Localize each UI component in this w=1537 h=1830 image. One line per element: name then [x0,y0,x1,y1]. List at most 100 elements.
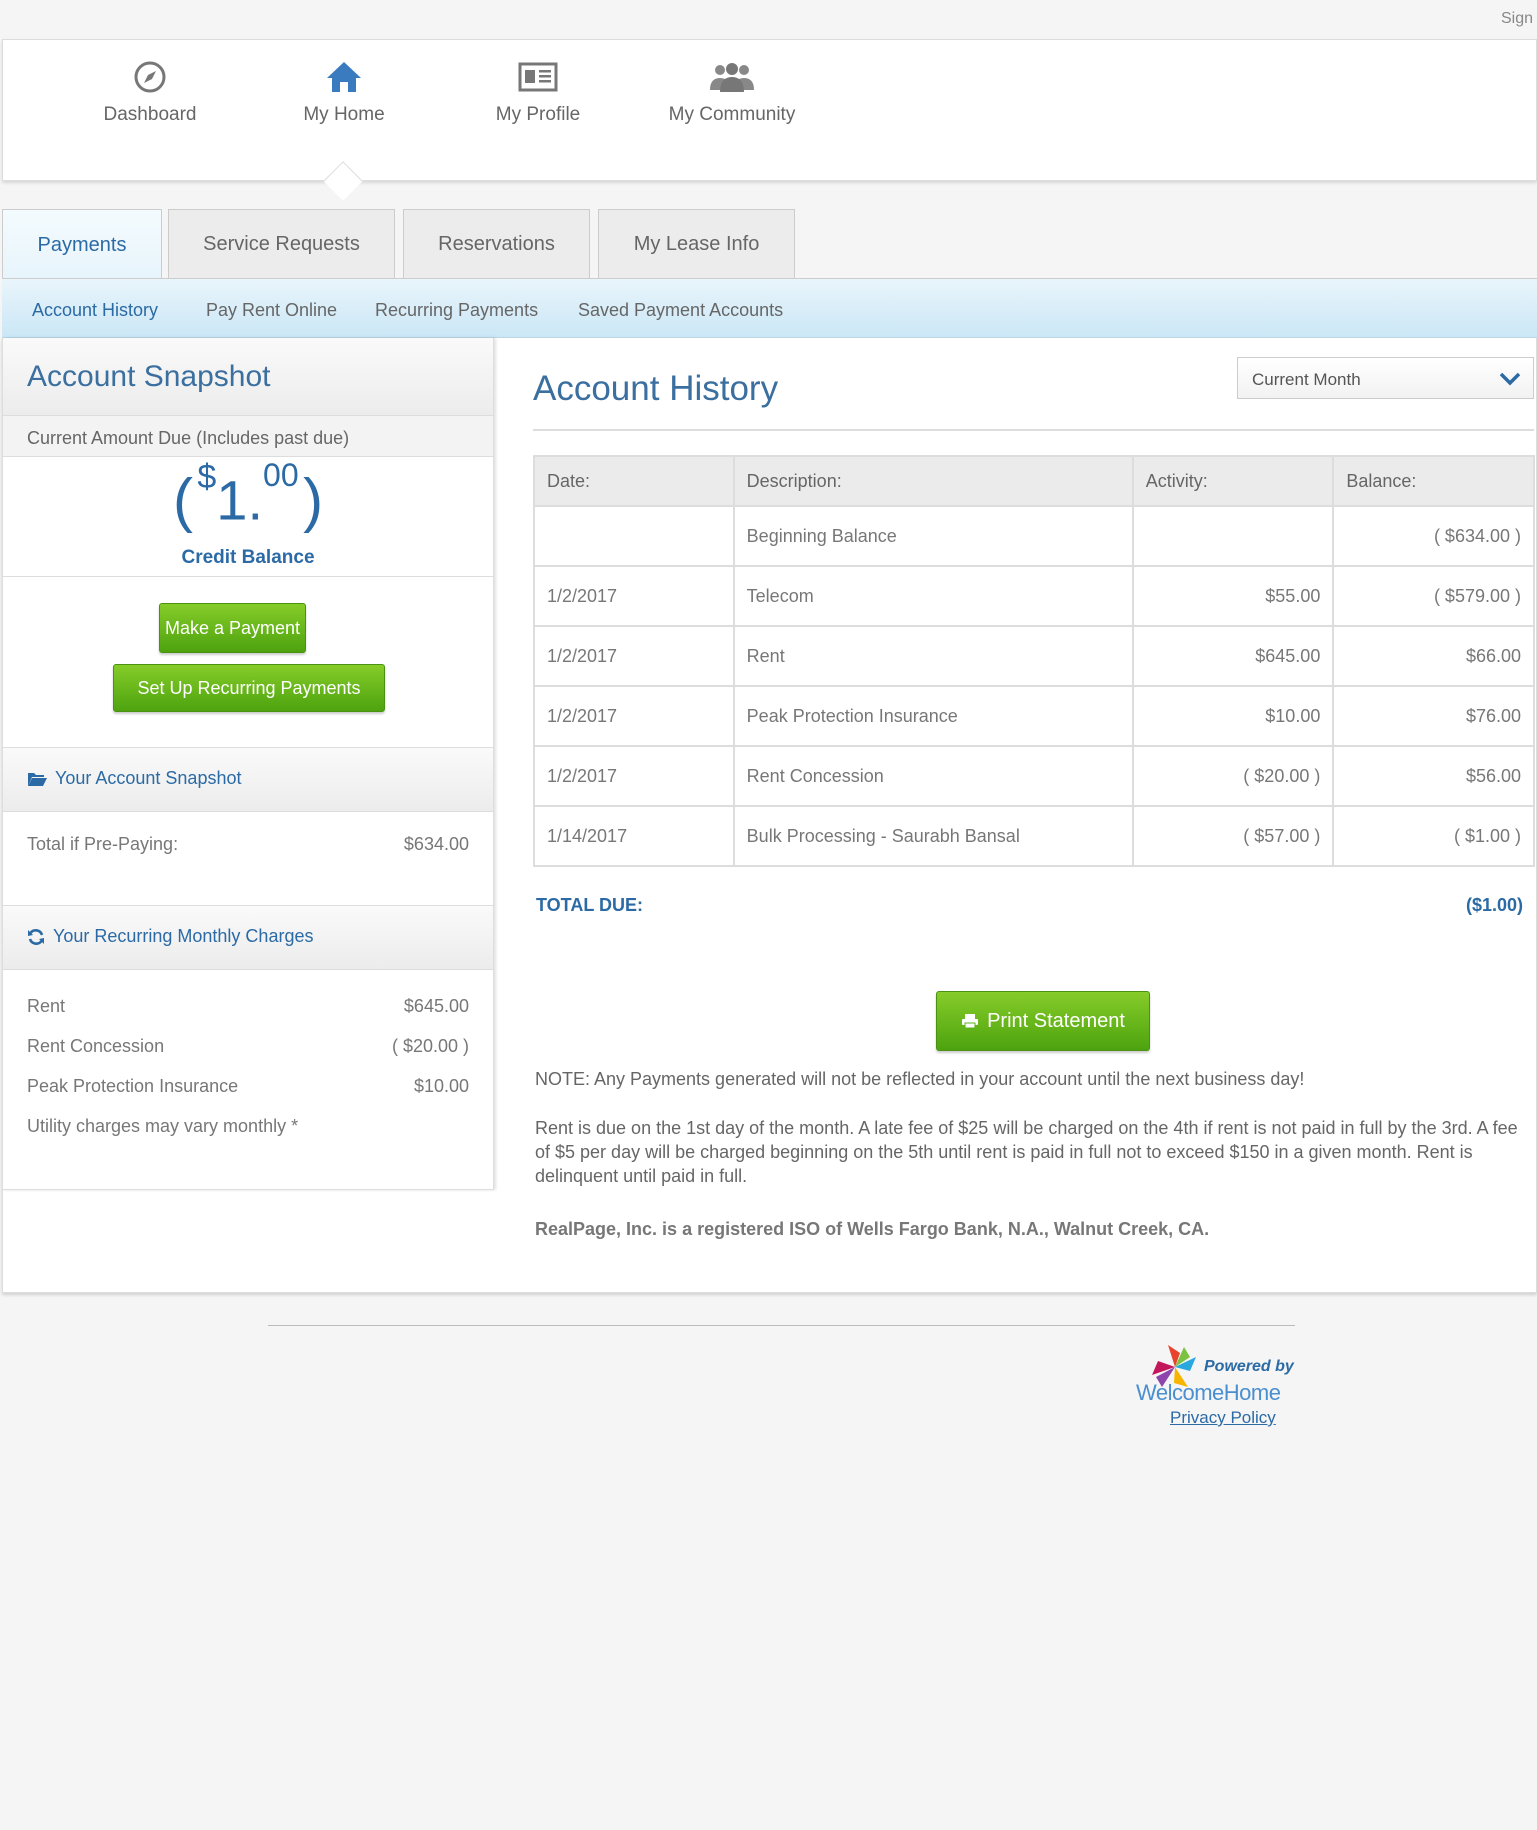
cell-balance: ( $1.00 ) [1332,805,1535,867]
column-header: Date: [533,455,735,507]
charge-value: $645.00 [403,996,469,1016]
rent-policy-note: Rent is due on the 1st day of the month.… [535,1118,1518,1186]
due-label-bar: Current Amount Due (Includes past due) [3,416,493,457]
make-payment-button[interactable]: Make a Payment [159,603,306,653]
account-snapshot-sidebar: Account Snapshot Current Amount Due (Inc… [2,338,494,1190]
cell-activity [1131,505,1335,567]
amount-separator: . [247,468,264,532]
cell-description: Rent [732,625,1134,687]
table-row: 1/14/2017 Bulk Processing - Saurabh Bans… [533,805,1535,867]
column-header: Balance: [1332,455,1535,507]
nav-my-home-label: My Home [303,104,385,125]
cell-date: 1/14/2017 [533,805,735,867]
table-row: 1/2/2017 Rent $645.00 $66.00 [533,625,1535,687]
amount-cents: 00 [263,457,299,493]
current-amount-due-label: Current Amount Due (Includes past due) [27,428,350,448]
amount-open-paren: ( [172,466,193,534]
title-rule [533,429,1534,431]
cell-activity: $10.00 [1131,685,1335,747]
cell-description: Beginning Balance [732,505,1134,567]
tab-payments[interactable]: Payments [2,209,162,280]
nav-my-profile-label: My Profile [495,104,581,125]
cell-balance: $66.00 [1332,625,1535,687]
nav-my-community-label: My Community [668,104,796,125]
cell-description: Telecom [732,565,1134,627]
cell-balance: ( $579.00 ) [1332,565,1535,627]
your-account-snapshot-title: Your Account Snapshot [55,768,242,788]
iso-disclaimer: RealPage, Inc. is a registered ISO of We… [535,1219,1210,1239]
print-statement-button[interactable]: Print Statement [936,991,1150,1051]
folder-open-icon [28,772,47,786]
setup-recurring-button[interactable]: Set Up Recurring Payments [113,664,385,712]
privacy-policy-link[interactable]: Privacy Policy [1170,1408,1276,1428]
profile-card-icon [518,62,558,92]
credit-balance-label: Credit Balance [181,547,315,568]
community-icon [710,63,754,92]
cell-balance: $76.00 [1332,685,1535,747]
nav-my-home[interactable]: My Home [264,60,424,126]
nav-my-community[interactable]: My Community [652,60,812,126]
cell-description: Bulk Processing - Saurabh Bansal [732,805,1134,867]
table-header-row: Date: Description: Activity: Balance: [533,455,1535,507]
subnav-pay-rent-online[interactable]: Pay Rent Online [206,300,337,321]
cell-balance: $56.00 [1332,745,1535,807]
column-header: Activity: [1131,455,1335,507]
active-nav-caret [323,161,363,201]
powered-by-label: Powered by [1204,1358,1294,1375]
table-row: 1/2/2017 Rent Concession ( $20.00 ) $56.… [533,745,1535,807]
tab-service-requests[interactable]: Service Requests [168,209,395,279]
total-due-value: ($1.00) [1466,895,1524,915]
charge-value: $10.00 [413,1076,469,1096]
cell-date: 1/2/2017 [533,685,735,747]
charge-label: Peak Protection Insurance [27,1076,239,1096]
cell-date: 1/2/2017 [533,745,735,807]
utility-note: Utility charges may vary monthly * [27,1116,299,1136]
cell-activity: ( $57.00 ) [1131,805,1335,867]
column-header: Description: [732,455,1134,507]
your-account-snapshot-header: Your Account Snapshot [3,748,493,812]
total-due-label: TOTAL DUE: [536,895,643,915]
cell-activity: $55.00 [1131,565,1335,627]
printer-icon [962,1014,979,1029]
nav-dashboard[interactable]: Dashboard [70,60,230,126]
table-row: Beginning Balance ( $634.00 ) [533,505,1535,567]
recurring-charges-title: Your Recurring Monthly Charges [53,926,314,946]
subnav-saved-payment-accounts[interactable]: Saved Payment Accounts [578,300,783,321]
cell-activity: $645.00 [1131,625,1335,687]
prepay-label: Total if Pre-Paying: [27,834,179,854]
subnav-account-history[interactable]: Account History [32,300,158,321]
home-icon [327,62,361,92]
nav-my-profile[interactable]: My Profile [458,60,618,126]
tab-reservations[interactable]: Reservations [403,209,590,279]
sign-in-link[interactable]: Sign [1501,10,1533,28]
snapshot-title: Account Snapshot [27,360,271,393]
cell-date: 1/2/2017 [533,625,735,687]
cell-date: 1/2/2017 [533,565,735,627]
prepay-value: $634.00 [403,834,469,854]
table-row: 1/2/2017 Peak Protection Insurance $10.0… [533,685,1535,747]
account-history-table: Date: Description: Activity: Balance: Be… [533,455,1535,867]
amount-dollar-sign: $ [197,458,217,496]
footer-rule [268,1325,1295,1326]
tab-my-lease-info[interactable]: My Lease Info [598,209,795,279]
cell-balance: ( $634.00 ) [1332,505,1535,567]
cell-date [533,505,735,567]
compass-icon [134,61,166,93]
period-select-value: Current Month [1252,370,1361,389]
account-history-title: Account History [533,369,779,408]
period-select[interactable]: Current Month [1237,357,1534,399]
payments-subnav: Account History Pay Rent Online Recurrin… [2,279,1537,338]
snapshot-header: Account Snapshot [3,338,493,416]
refresh-icon [28,928,44,945]
subnav-recurring-payments[interactable]: Recurring Payments [375,300,538,321]
print-statement-label: Print Statement [987,1010,1125,1032]
amount-close-paren: ) [303,466,324,534]
charge-label: Rent [27,996,66,1016]
cell-description: Peak Protection Insurance [732,685,1134,747]
credit-amount: ( $1.00 ) [3,457,493,534]
charge-value: ( $20.00 ) [391,1036,469,1056]
welcomehome-brand: WelcomeHome [1136,1380,1281,1405]
cell-activity: ( $20.00 ) [1131,745,1335,807]
recurring-charges-header: Your Recurring Monthly Charges [3,906,493,970]
divider [3,576,493,577]
